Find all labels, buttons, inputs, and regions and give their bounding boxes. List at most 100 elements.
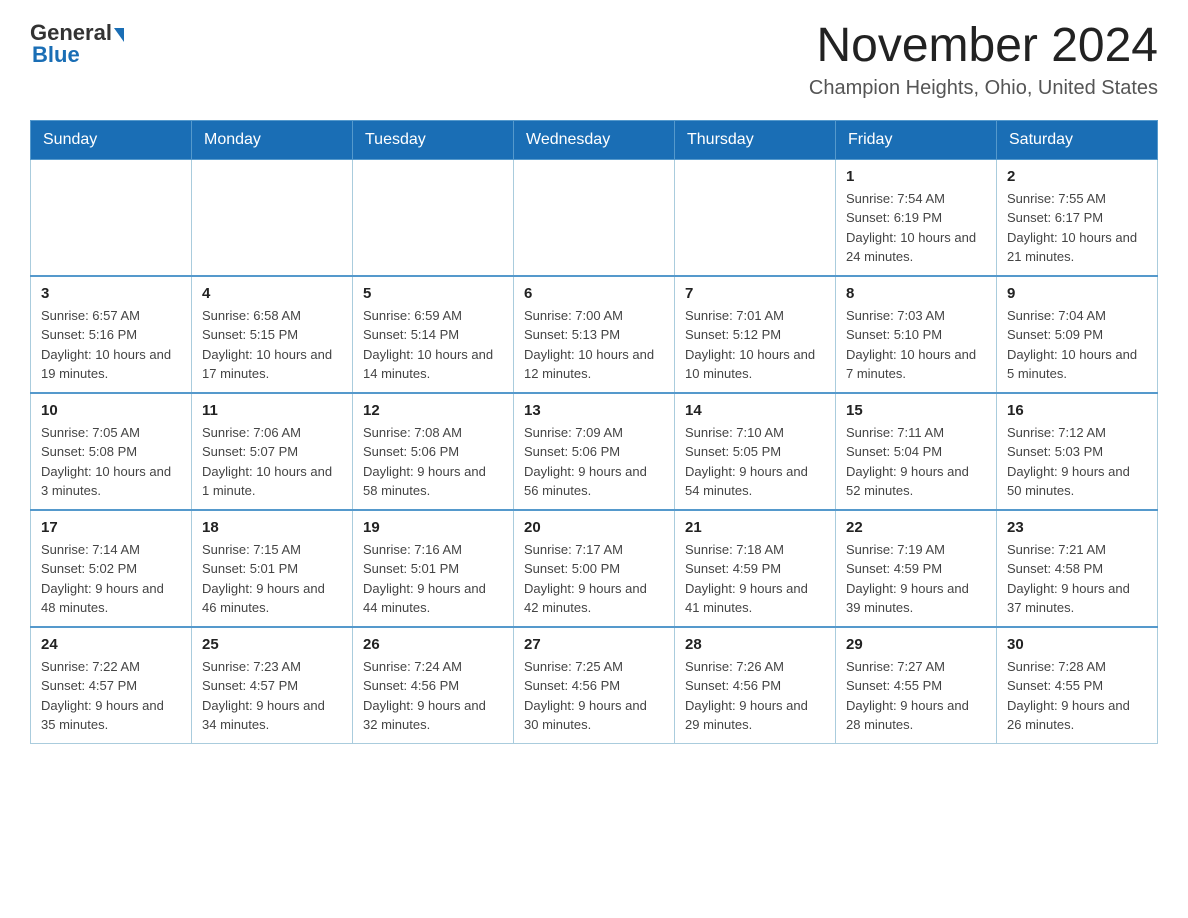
calendar-cell <box>675 159 836 276</box>
day-info: Sunrise: 7:09 AMSunset: 5:06 PMDaylight:… <box>524 423 664 501</box>
calendar-cell: 17Sunrise: 7:14 AMSunset: 5:02 PMDayligh… <box>31 510 192 627</box>
calendar-cell: 4 Sunrise: 6:58 AMSunset: 5:15 PMDaylight… <box>192 276 353 393</box>
calendar-cell <box>353 159 514 276</box>
calendar-body: 1 Sunrise: 7:54 AMSunset: 6:19 PMDaylight… <box>31 159 1158 743</box>
day-info: Sunrise: 7:55 AMSunset: 6:17 PMDaylight:… <box>1007 189 1147 267</box>
calendar-cell: 3 Sunrise: 6:57 AMSunset: 5:16 PMDaylight… <box>31 276 192 393</box>
day-number: 23 <box>1007 519 1147 536</box>
day-info: Sunrise: 7:54 AMSunset: 6:19 PMDaylight:… <box>846 189 986 267</box>
day-info: Sunrise: 6:58 AMSunset: 5:15 PMDaylight:… <box>202 306 342 384</box>
day-number: 12 <box>363 402 503 419</box>
day-number: 30 <box>1007 636 1147 653</box>
day-number: 20 <box>524 519 664 536</box>
day-info: Sunrise: 7:08 AMSunset: 5:06 PMDaylight:… <box>363 423 503 501</box>
day-info: Sunrise: 7:28 AMSunset: 4:55 PMDaylight:… <box>1007 657 1147 735</box>
day-info: Sunrise: 7:12 AMSunset: 5:03 PMDaylight:… <box>1007 423 1147 501</box>
calendar-cell: 2 Sunrise: 7:55 AMSunset: 6:17 PMDaylight… <box>997 159 1158 276</box>
day-info: Sunrise: 6:59 AMSunset: 5:14 PMDaylight:… <box>363 306 503 384</box>
page-header: General Blue November 2024 Champion Heig… <box>30 20 1158 100</box>
day-info: Sunrise: 7:05 AMSunset: 5:08 PMDaylight:… <box>41 423 181 501</box>
calendar-cell: 5Sunrise: 6:59 AMSunset: 5:14 PMDaylight… <box>353 276 514 393</box>
calendar-cell: 25Sunrise: 7:23 AMSunset: 4:57 PMDayligh… <box>192 627 353 744</box>
logo-blue-text: Blue <box>32 42 80 68</box>
day-info: Sunrise: 7:22 AMSunset: 4:57 PMDaylight:… <box>41 657 181 735</box>
calendar-cell: 12 Sunrise: 7:08 AMSunset: 5:06 PMDayligh… <box>353 393 514 510</box>
calendar-cell: 11 Sunrise: 7:06 AMSunset: 5:07 PMDayligh… <box>192 393 353 510</box>
day-number: 3 <box>41 285 181 302</box>
calendar-week-row: 17Sunrise: 7:14 AMSunset: 5:02 PMDayligh… <box>31 510 1158 627</box>
day-info: Sunrise: 7:26 AMSunset: 4:56 PMDaylight:… <box>685 657 825 735</box>
day-number: 2 <box>1007 168 1147 185</box>
calendar-cell: 8Sunrise: 7:03 AMSunset: 5:10 PMDaylight… <box>836 276 997 393</box>
day-info: Sunrise: 7:19 AMSunset: 4:59 PMDaylight:… <box>846 540 986 618</box>
day-number: 29 <box>846 636 986 653</box>
calendar-week-row: 24Sunrise: 7:22 AMSunset: 4:57 PMDayligh… <box>31 627 1158 744</box>
weekday-header-row: SundayMondayTuesdayWednesdayThursdayFrid… <box>31 120 1158 159</box>
day-info: Sunrise: 7:04 AMSunset: 5:09 PMDaylight:… <box>1007 306 1147 384</box>
calendar-cell: 1 Sunrise: 7:54 AMSunset: 6:19 PMDaylight… <box>836 159 997 276</box>
weekday-header-tuesday: Tuesday <box>353 120 514 159</box>
day-number: 21 <box>685 519 825 536</box>
day-info: Sunrise: 7:16 AMSunset: 5:01 PMDaylight:… <box>363 540 503 618</box>
calendar-cell: 26 Sunrise: 7:24 AMSunset: 4:56 PMDayligh… <box>353 627 514 744</box>
day-number: 1 <box>846 168 986 185</box>
calendar-header: SundayMondayTuesdayWednesdayThursdayFrid… <box>31 120 1158 159</box>
calendar-cell: 20 Sunrise: 7:17 AMSunset: 5:00 PMDayligh… <box>514 510 675 627</box>
weekday-header-monday: Monday <box>192 120 353 159</box>
day-number: 27 <box>524 636 664 653</box>
day-number: 13 <box>524 402 664 419</box>
calendar-cell: 13 Sunrise: 7:09 AMSunset: 5:06 PMDayligh… <box>514 393 675 510</box>
day-number: 16 <box>1007 402 1147 419</box>
calendar-cell <box>514 159 675 276</box>
calendar-cell: 23 Sunrise: 7:21 AMSunset: 4:58 PMDayligh… <box>997 510 1158 627</box>
logo-arrow-icon <box>114 28 124 42</box>
day-info: Sunrise: 7:21 AMSunset: 4:58 PMDaylight:… <box>1007 540 1147 618</box>
day-number: 19 <box>363 519 503 536</box>
day-info: Sunrise: 7:06 AMSunset: 5:07 PMDaylight:… <box>202 423 342 501</box>
calendar-cell: 28Sunrise: 7:26 AMSunset: 4:56 PMDayligh… <box>675 627 836 744</box>
weekday-header-thursday: Thursday <box>675 120 836 159</box>
day-info: Sunrise: 6:57 AMSunset: 5:16 PMDaylight:… <box>41 306 181 384</box>
day-info: Sunrise: 7:17 AMSunset: 5:00 PMDaylight:… <box>524 540 664 618</box>
month-title: November 2024 <box>809 20 1158 73</box>
day-number: 15 <box>846 402 986 419</box>
calendar-cell <box>31 159 192 276</box>
calendar-cell: 27 Sunrise: 7:25 AMSunset: 4:56 PMDayligh… <box>514 627 675 744</box>
day-number: 9 <box>1007 285 1147 302</box>
logo: General Blue <box>30 20 124 68</box>
calendar-cell: 18Sunrise: 7:15 AMSunset: 5:01 PMDayligh… <box>192 510 353 627</box>
calendar-week-row: 10 Sunrise: 7:05 AMSunset: 5:08 PMDayligh… <box>31 393 1158 510</box>
day-info: Sunrise: 7:03 AMSunset: 5:10 PMDaylight:… <box>846 306 986 384</box>
calendar-cell: 21 Sunrise: 7:18 AMSunset: 4:59 PMDayligh… <box>675 510 836 627</box>
calendar-cell: 24Sunrise: 7:22 AMSunset: 4:57 PMDayligh… <box>31 627 192 744</box>
title-section: November 2024 Champion Heights, Ohio, Un… <box>809 20 1158 100</box>
calendar-week-row: 1 Sunrise: 7:54 AMSunset: 6:19 PMDaylight… <box>31 159 1158 276</box>
calendar-cell <box>192 159 353 276</box>
day-info: Sunrise: 7:27 AMSunset: 4:55 PMDaylight:… <box>846 657 986 735</box>
calendar-cell: 15Sunrise: 7:11 AMSunset: 5:04 PMDayligh… <box>836 393 997 510</box>
calendar-cell: 16 Sunrise: 7:12 AMSunset: 5:03 PMDayligh… <box>997 393 1158 510</box>
calendar-week-row: 3 Sunrise: 6:57 AMSunset: 5:16 PMDaylight… <box>31 276 1158 393</box>
day-number: 7 <box>685 285 825 302</box>
day-number: 26 <box>363 636 503 653</box>
calendar-table: SundayMondayTuesdayWednesdayThursdayFrid… <box>30 120 1158 744</box>
day-info: Sunrise: 7:18 AMSunset: 4:59 PMDaylight:… <box>685 540 825 618</box>
day-info: Sunrise: 7:25 AMSunset: 4:56 PMDaylight:… <box>524 657 664 735</box>
day-number: 11 <box>202 402 342 419</box>
weekday-header-sunday: Sunday <box>31 120 192 159</box>
day-info: Sunrise: 7:14 AMSunset: 5:02 PMDaylight:… <box>41 540 181 618</box>
calendar-cell: 10 Sunrise: 7:05 AMSunset: 5:08 PMDayligh… <box>31 393 192 510</box>
day-number: 6 <box>524 285 664 302</box>
calendar-cell: 14Sunrise: 7:10 AMSunset: 5:05 PMDayligh… <box>675 393 836 510</box>
day-number: 18 <box>202 519 342 536</box>
day-info: Sunrise: 7:23 AMSunset: 4:57 PMDaylight:… <box>202 657 342 735</box>
day-number: 10 <box>41 402 181 419</box>
calendar-cell: 30 Sunrise: 7:28 AMSunset: 4:55 PMDayligh… <box>997 627 1158 744</box>
weekday-header-saturday: Saturday <box>997 120 1158 159</box>
calendar-cell: 22 Sunrise: 7:19 AMSunset: 4:59 PMDayligh… <box>836 510 997 627</box>
day-number: 4 <box>202 285 342 302</box>
calendar-cell: 19 Sunrise: 7:16 AMSunset: 5:01 PMDayligh… <box>353 510 514 627</box>
day-info: Sunrise: 7:24 AMSunset: 4:56 PMDaylight:… <box>363 657 503 735</box>
day-info: Sunrise: 7:10 AMSunset: 5:05 PMDaylight:… <box>685 423 825 501</box>
day-number: 22 <box>846 519 986 536</box>
